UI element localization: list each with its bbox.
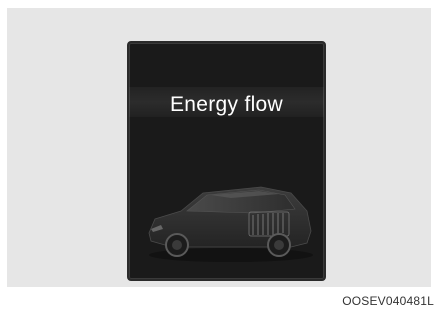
figure-code: OOSEV040481L xyxy=(342,294,434,308)
car-icon xyxy=(148,186,313,262)
cluster-display: Energy flow xyxy=(127,41,326,281)
figure-background: Energy flow xyxy=(7,8,431,287)
screen-title: Energy flow xyxy=(169,93,284,116)
